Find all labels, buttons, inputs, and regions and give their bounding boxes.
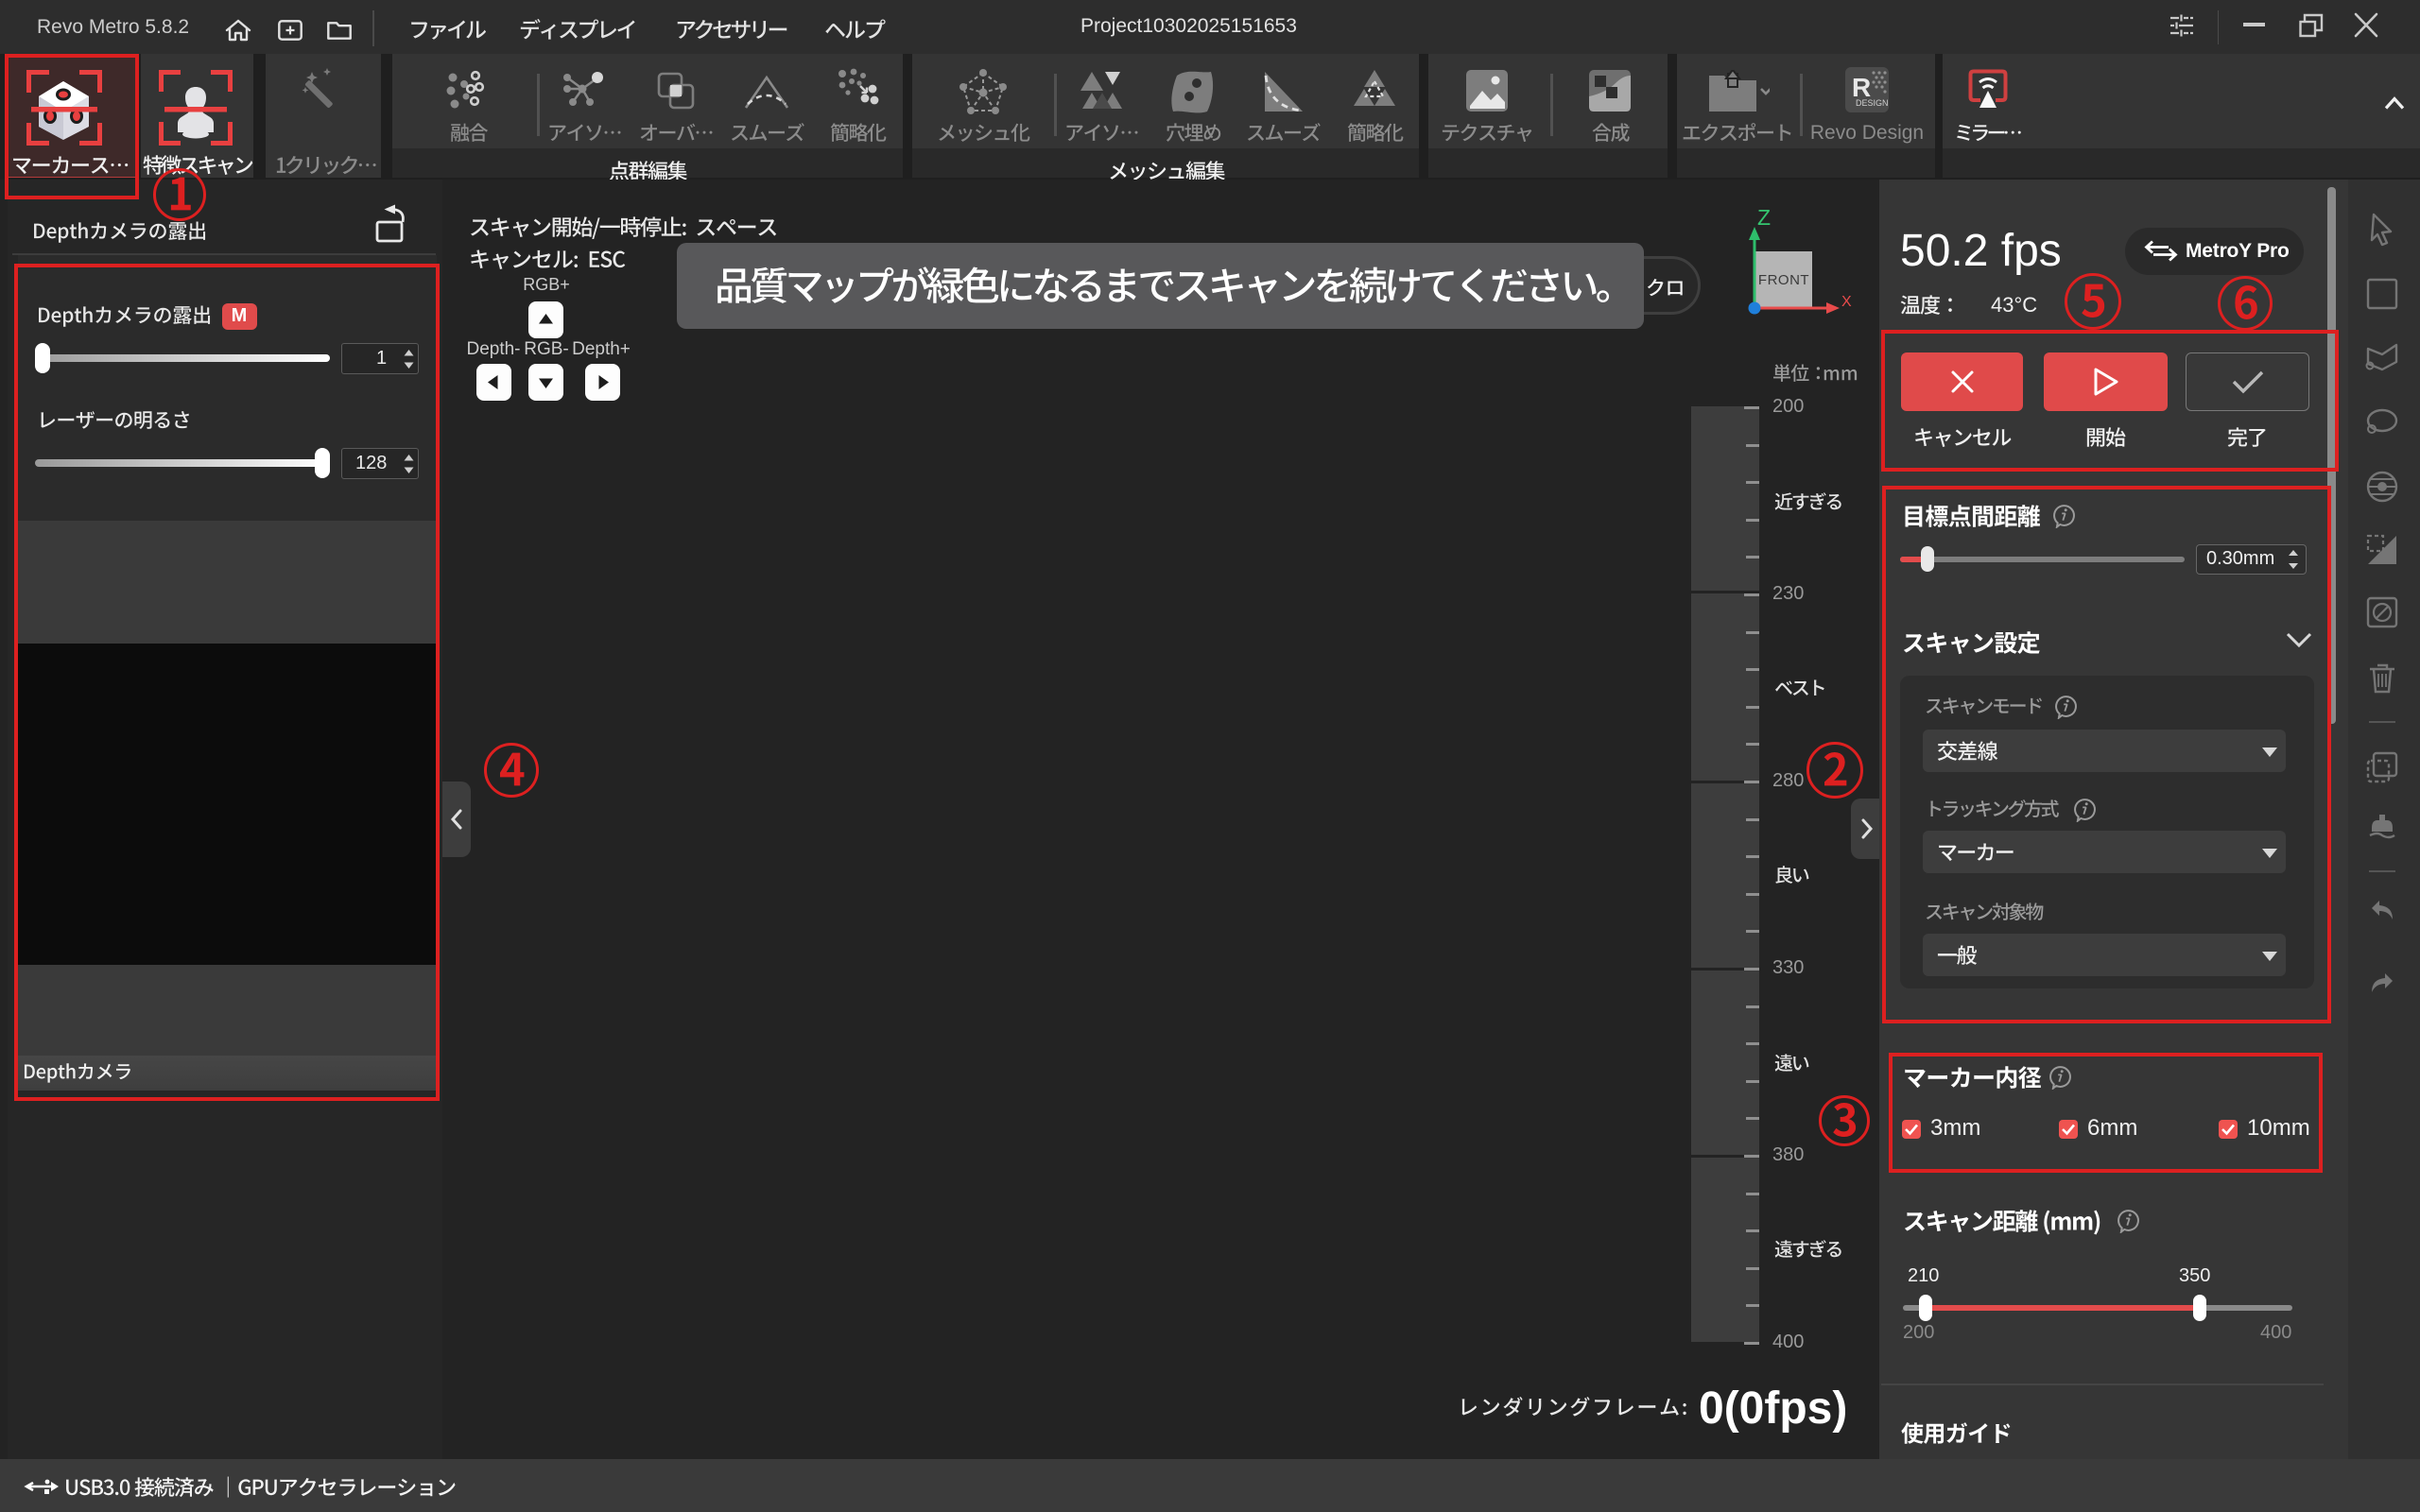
svg-text:DESIGN: DESIGN [1856, 98, 1889, 108]
